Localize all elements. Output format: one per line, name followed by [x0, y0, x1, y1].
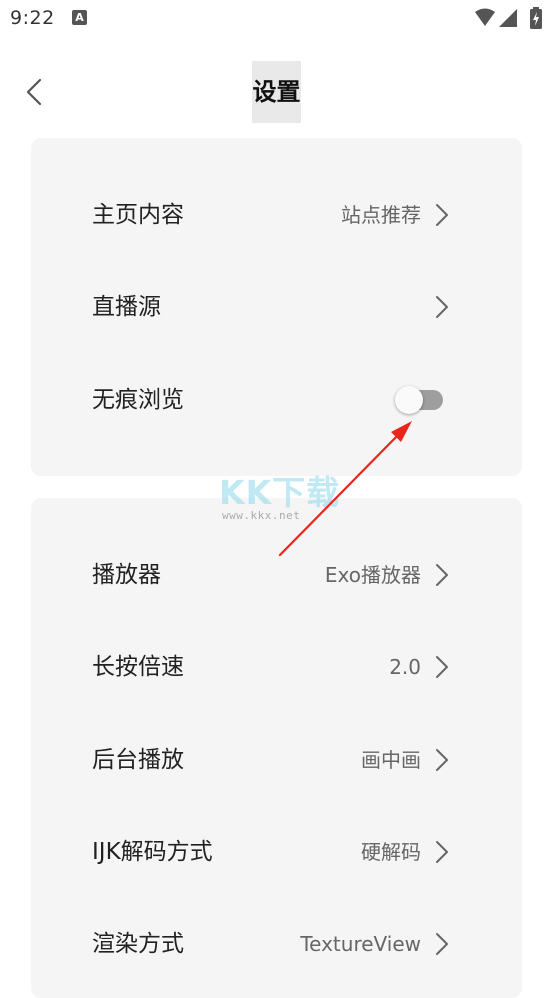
setting-label: 播放器	[92, 562, 161, 588]
chevron-left-icon	[26, 78, 42, 106]
header: 设置	[0, 60, 553, 124]
chevron-right-icon	[436, 564, 448, 586]
setting-value: Exo播放器	[324, 563, 421, 587]
setting-row-background-play[interactable]: 后台播放 画中画	[31, 730, 522, 790]
chevron-right-icon	[436, 933, 448, 955]
chevron-right-icon	[436, 204, 448, 226]
page-title: 设置	[252, 61, 301, 123]
setting-row-render-mode[interactable]: 渲染方式 TextureView	[31, 914, 522, 974]
setting-label: 无痕浏览	[92, 387, 184, 413]
signal-icon	[499, 9, 517, 27]
chevron-right-icon	[436, 749, 448, 771]
setting-row-home-content[interactable]: 主页内容 站点推荐	[31, 185, 522, 245]
status-bar: 9:22 A	[0, 0, 553, 40]
incognito-toggle[interactable]	[395, 386, 445, 414]
setting-row-live-source[interactable]: 直播源	[31, 277, 522, 337]
setting-label: 直播源	[92, 294, 161, 320]
setting-value: 画中画	[361, 748, 421, 772]
setting-value: 站点推荐	[341, 203, 421, 227]
toggle-thumb	[395, 386, 423, 414]
back-button[interactable]	[18, 74, 54, 110]
status-time: 9:22	[10, 7, 55, 29]
chevron-right-icon	[436, 841, 448, 863]
a-letter-icon: A	[72, 10, 87, 25]
chevron-right-icon	[436, 656, 448, 678]
setting-row-incognito: 无痕浏览	[31, 370, 522, 430]
battery-charging-icon	[530, 7, 542, 29]
setting-value: 硬解码	[361, 840, 421, 864]
setting-label: IJK解码方式	[92, 839, 213, 865]
chevron-right-icon	[436, 296, 448, 318]
setting-label: 渲染方式	[92, 931, 184, 957]
setting-label: 长按倍速	[92, 654, 184, 680]
settings-card-general: 主页内容 站点推荐 直播源 无痕浏览	[31, 138, 522, 476]
setting-label: 主页内容	[92, 202, 184, 228]
setting-value: 2.0	[389, 655, 421, 679]
setting-value: TextureView	[300, 932, 421, 956]
settings-card-player: 播放器 Exo播放器 长按倍速 2.0 后台播放 画中画 IJK解码方式 硬解码…	[31, 498, 522, 998]
setting-row-player[interactable]: 播放器 Exo播放器	[31, 545, 522, 605]
setting-row-long-press-speed[interactable]: 长按倍速 2.0	[31, 637, 522, 697]
setting-label: 后台播放	[92, 747, 184, 773]
setting-row-ijk-decoding[interactable]: IJK解码方式 硬解码	[31, 822, 522, 882]
wifi-icon	[475, 8, 495, 26]
